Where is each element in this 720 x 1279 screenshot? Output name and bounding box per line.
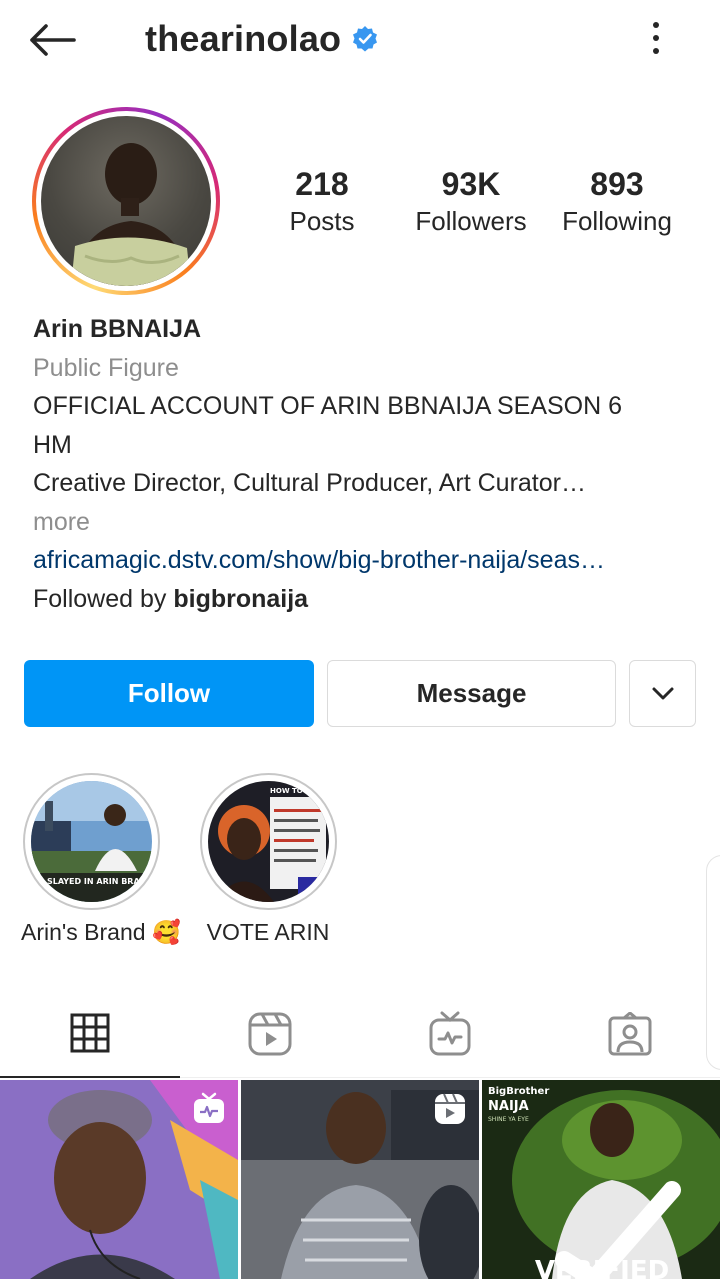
following-label: Following bbox=[562, 206, 672, 236]
followed-by[interactable]: Followed by bigbronaija bbox=[33, 580, 693, 619]
followers-label: Followers bbox=[415, 206, 527, 236]
post-brand-subtitle: NAIJA bbox=[488, 1099, 529, 1114]
bio-text-line: HM bbox=[33, 430, 72, 459]
post-thumbnail[interactable] bbox=[241, 1080, 479, 1279]
igtv-icon bbox=[429, 1011, 471, 1056]
reels-icon bbox=[248, 1012, 292, 1056]
verified-badge-icon bbox=[351, 25, 379, 53]
posts-grid: BigBrother NAIJA SHINE YA EYE VERIFIED bbox=[0, 1080, 720, 1279]
profile-stats: 218 Posts 93K Followers 893 Following bbox=[270, 164, 700, 254]
reels-badge-icon bbox=[433, 1092, 467, 1126]
tab-posts-grid[interactable] bbox=[0, 990, 180, 1078]
message-button[interactable]: Message bbox=[327, 660, 616, 727]
followers-count: 93K bbox=[441, 166, 501, 202]
stat-posts[interactable]: 218 Posts bbox=[270, 164, 374, 238]
bio-text-line: OFFICIAL ACCOUNT OF ARIN BBNAIJA SEASON … bbox=[33, 392, 623, 420]
more-options-button[interactable] bbox=[640, 16, 672, 60]
story-highlight[interactable]: HOW TO VOTE VOTE ARIN bbox=[198, 773, 338, 946]
highlight-cover: HOW TO VOTE bbox=[207, 781, 329, 902]
category-label: Public Figure bbox=[33, 353, 179, 382]
followed-by-user[interactable]: bigbronaija bbox=[173, 585, 308, 613]
post-caption: VERIFIED bbox=[535, 1256, 669, 1279]
igtv-badge-icon bbox=[192, 1092, 226, 1126]
tab-igtv[interactable] bbox=[360, 990, 540, 1078]
highlight-cover: ES STARS SLAYED IN ARIN BRAND NOLA bbox=[30, 781, 152, 902]
top-bar: thearinolao bbox=[0, 0, 720, 80]
post-thumbnail[interactable]: BigBrother NAIJA SHINE YA EYE VERIFIED bbox=[482, 1080, 720, 1279]
highlight-caption: HOW TO VOTE bbox=[270, 787, 326, 795]
highlight-caption: ES STARS SLAYED IN ARIN BRAND NOLA bbox=[31, 877, 152, 886]
post-thumbnail[interactable] bbox=[0, 1080, 238, 1279]
posts-label: Posts bbox=[289, 206, 355, 236]
profile-username-header: thearinolao bbox=[145, 14, 379, 64]
back-arrow-icon bbox=[30, 24, 76, 56]
tagged-person-icon bbox=[608, 1012, 652, 1056]
more-dots-icon bbox=[653, 22, 659, 28]
post-brand-tagline: SHINE YA EYE bbox=[488, 1116, 529, 1123]
post-brand-title: BigBrother bbox=[488, 1086, 549, 1097]
chevron-down-icon bbox=[652, 687, 673, 699]
story-highlight[interactable]: ES STARS SLAYED IN ARIN BRAND NOLA Arin'… bbox=[21, 773, 181, 946]
profile-avatar[interactable] bbox=[32, 107, 220, 295]
tab-tagged[interactable] bbox=[540, 990, 720, 1078]
stat-followers[interactable]: 93K Followers bbox=[408, 164, 534, 238]
back-button[interactable] bbox=[28, 18, 84, 62]
following-count: 893 bbox=[590, 166, 644, 202]
avatar-photo bbox=[41, 116, 211, 286]
username: thearinolao bbox=[145, 18, 342, 59]
website-link[interactable]: africamagic.dstv.com/show/big-brother-na… bbox=[33, 541, 688, 580]
follow-button[interactable]: Follow bbox=[24, 660, 314, 727]
profile-bio: Arin BBNAIJA Public Figure OFFICIAL ACCO… bbox=[33, 310, 693, 618]
grid-icon bbox=[70, 1013, 110, 1053]
bio-text-line: Creative Director, Cultural Producer, Ar… bbox=[33, 469, 586, 497]
highlight-label: Arin's Brand 🥰 bbox=[21, 919, 181, 945]
bio-more-link[interactable]: more bbox=[33, 503, 693, 542]
edge-panel-handle[interactable] bbox=[706, 855, 720, 1070]
profile-tabs bbox=[0, 990, 720, 1078]
followed-by-prefix: Followed by bbox=[33, 584, 167, 613]
stat-following[interactable]: 893 Following bbox=[556, 164, 678, 238]
suggested-accounts-button[interactable] bbox=[629, 660, 696, 727]
display-name: Arin BBNAIJA bbox=[33, 315, 202, 343]
profile-actions: Follow Message bbox=[24, 660, 696, 728]
posts-count: 218 bbox=[295, 166, 349, 202]
tab-reels[interactable] bbox=[180, 990, 360, 1078]
highlight-label: VOTE ARIN bbox=[206, 919, 330, 945]
